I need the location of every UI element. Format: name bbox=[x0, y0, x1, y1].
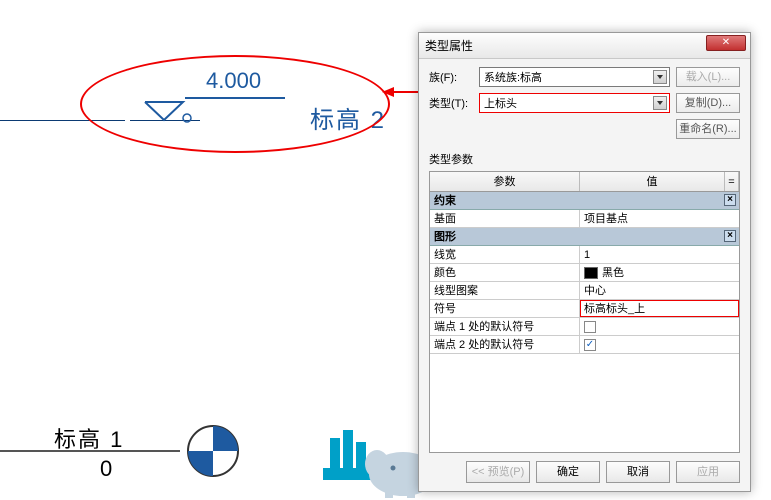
level1-value[interactable]: 0 bbox=[100, 456, 112, 482]
table-row[interactable]: 端点 1 处的默认符号 bbox=[430, 318, 739, 336]
level1-line bbox=[0, 450, 180, 452]
type-label: 类型(T): bbox=[429, 95, 479, 111]
copy-button[interactable]: 复制(D)... bbox=[676, 93, 740, 113]
param-name: 线宽 bbox=[430, 246, 580, 263]
level-head-circle-icon bbox=[186, 424, 240, 478]
table-row[interactable]: 颜色黑色 bbox=[430, 264, 739, 282]
chevron-down-icon[interactable] bbox=[653, 70, 667, 84]
level-triangle-icon bbox=[143, 100, 193, 130]
load-button[interactable]: 载入(L)... bbox=[676, 67, 740, 87]
color-swatch-icon bbox=[584, 267, 598, 279]
table-row[interactable]: 线型图案中心 bbox=[430, 282, 739, 300]
col-eq[interactable]: = bbox=[725, 172, 739, 191]
table-row[interactable]: 符号标高标头_上 bbox=[430, 300, 739, 318]
param-value[interactable]: 黑色 bbox=[580, 264, 739, 281]
param-value[interactable]: 中心 bbox=[580, 282, 739, 299]
preview-button[interactable]: << 预览(P) bbox=[466, 461, 530, 483]
dialog-title: 类型属性 bbox=[425, 37, 473, 54]
param-name: 颜色 bbox=[430, 264, 580, 281]
type-value: 上标头 bbox=[484, 95, 517, 111]
group-constraints[interactable]: 约束× bbox=[430, 192, 739, 210]
col-param[interactable]: 参数 bbox=[430, 172, 580, 191]
family-select[interactable]: 系统族:标高 bbox=[479, 67, 670, 87]
param-value[interactable]: 项目基点 bbox=[580, 210, 739, 227]
param-name: 线型图案 bbox=[430, 282, 580, 299]
cancel-button[interactable]: 取消 bbox=[606, 461, 670, 483]
ok-button[interactable]: 确定 bbox=[536, 461, 600, 483]
collapse-icon[interactable]: × bbox=[724, 230, 736, 242]
col-value[interactable]: 值 bbox=[580, 172, 725, 191]
param-value[interactable]: 标高标头_上 bbox=[580, 300, 739, 317]
collapse-icon[interactable]: × bbox=[724, 194, 736, 206]
chevron-down-icon[interactable] bbox=[653, 96, 667, 110]
grid-header: 参数 值 = bbox=[430, 172, 739, 192]
table-row[interactable]: 线宽1 bbox=[430, 246, 739, 264]
close-button[interactable]: ✕ bbox=[706, 35, 746, 51]
param-value[interactable] bbox=[580, 336, 739, 353]
table-row[interactable]: 基面项目基点 bbox=[430, 210, 739, 228]
dialog-titlebar[interactable]: 类型属性 ✕ bbox=[419, 33, 750, 59]
rename-button[interactable]: 重命名(R)... bbox=[676, 119, 740, 139]
family-value: 系统族:标高 bbox=[484, 69, 542, 85]
family-label: 族(F): bbox=[429, 69, 479, 85]
checkbox[interactable] bbox=[584, 321, 596, 333]
table-row[interactable]: 端点 2 处的默认符号 bbox=[430, 336, 739, 354]
param-name: 符号 bbox=[430, 300, 580, 317]
type-select[interactable]: 上标头 bbox=[479, 93, 670, 113]
level-name-label[interactable]: 标高 2 bbox=[310, 100, 386, 135]
param-value[interactable]: 1 bbox=[580, 246, 739, 263]
type-params-label: 类型参数 bbox=[429, 151, 740, 167]
type-properties-dialog: 类型属性 ✕ 族(F): 系统族:标高 载入(L)... 类型(T): 上标头 … bbox=[418, 32, 751, 492]
level-line bbox=[0, 120, 125, 121]
param-name: 端点 2 处的默认符号 bbox=[430, 336, 580, 353]
parameters-grid: 参数 值 = 约束× 基面项目基点 图形× 线宽1颜色黑色线型图案中心符号标高标… bbox=[429, 171, 740, 453]
checkbox[interactable] bbox=[584, 339, 596, 351]
param-name: 基面 bbox=[430, 210, 580, 227]
level-elevation-value[interactable]: 4.000 bbox=[206, 68, 261, 94]
group-graphics[interactable]: 图形× bbox=[430, 228, 739, 246]
param-value[interactable] bbox=[580, 318, 739, 335]
level-value-line bbox=[185, 97, 285, 99]
param-name: 端点 1 处的默认符号 bbox=[430, 318, 580, 335]
apply-button[interactable]: 应用 bbox=[676, 461, 740, 483]
